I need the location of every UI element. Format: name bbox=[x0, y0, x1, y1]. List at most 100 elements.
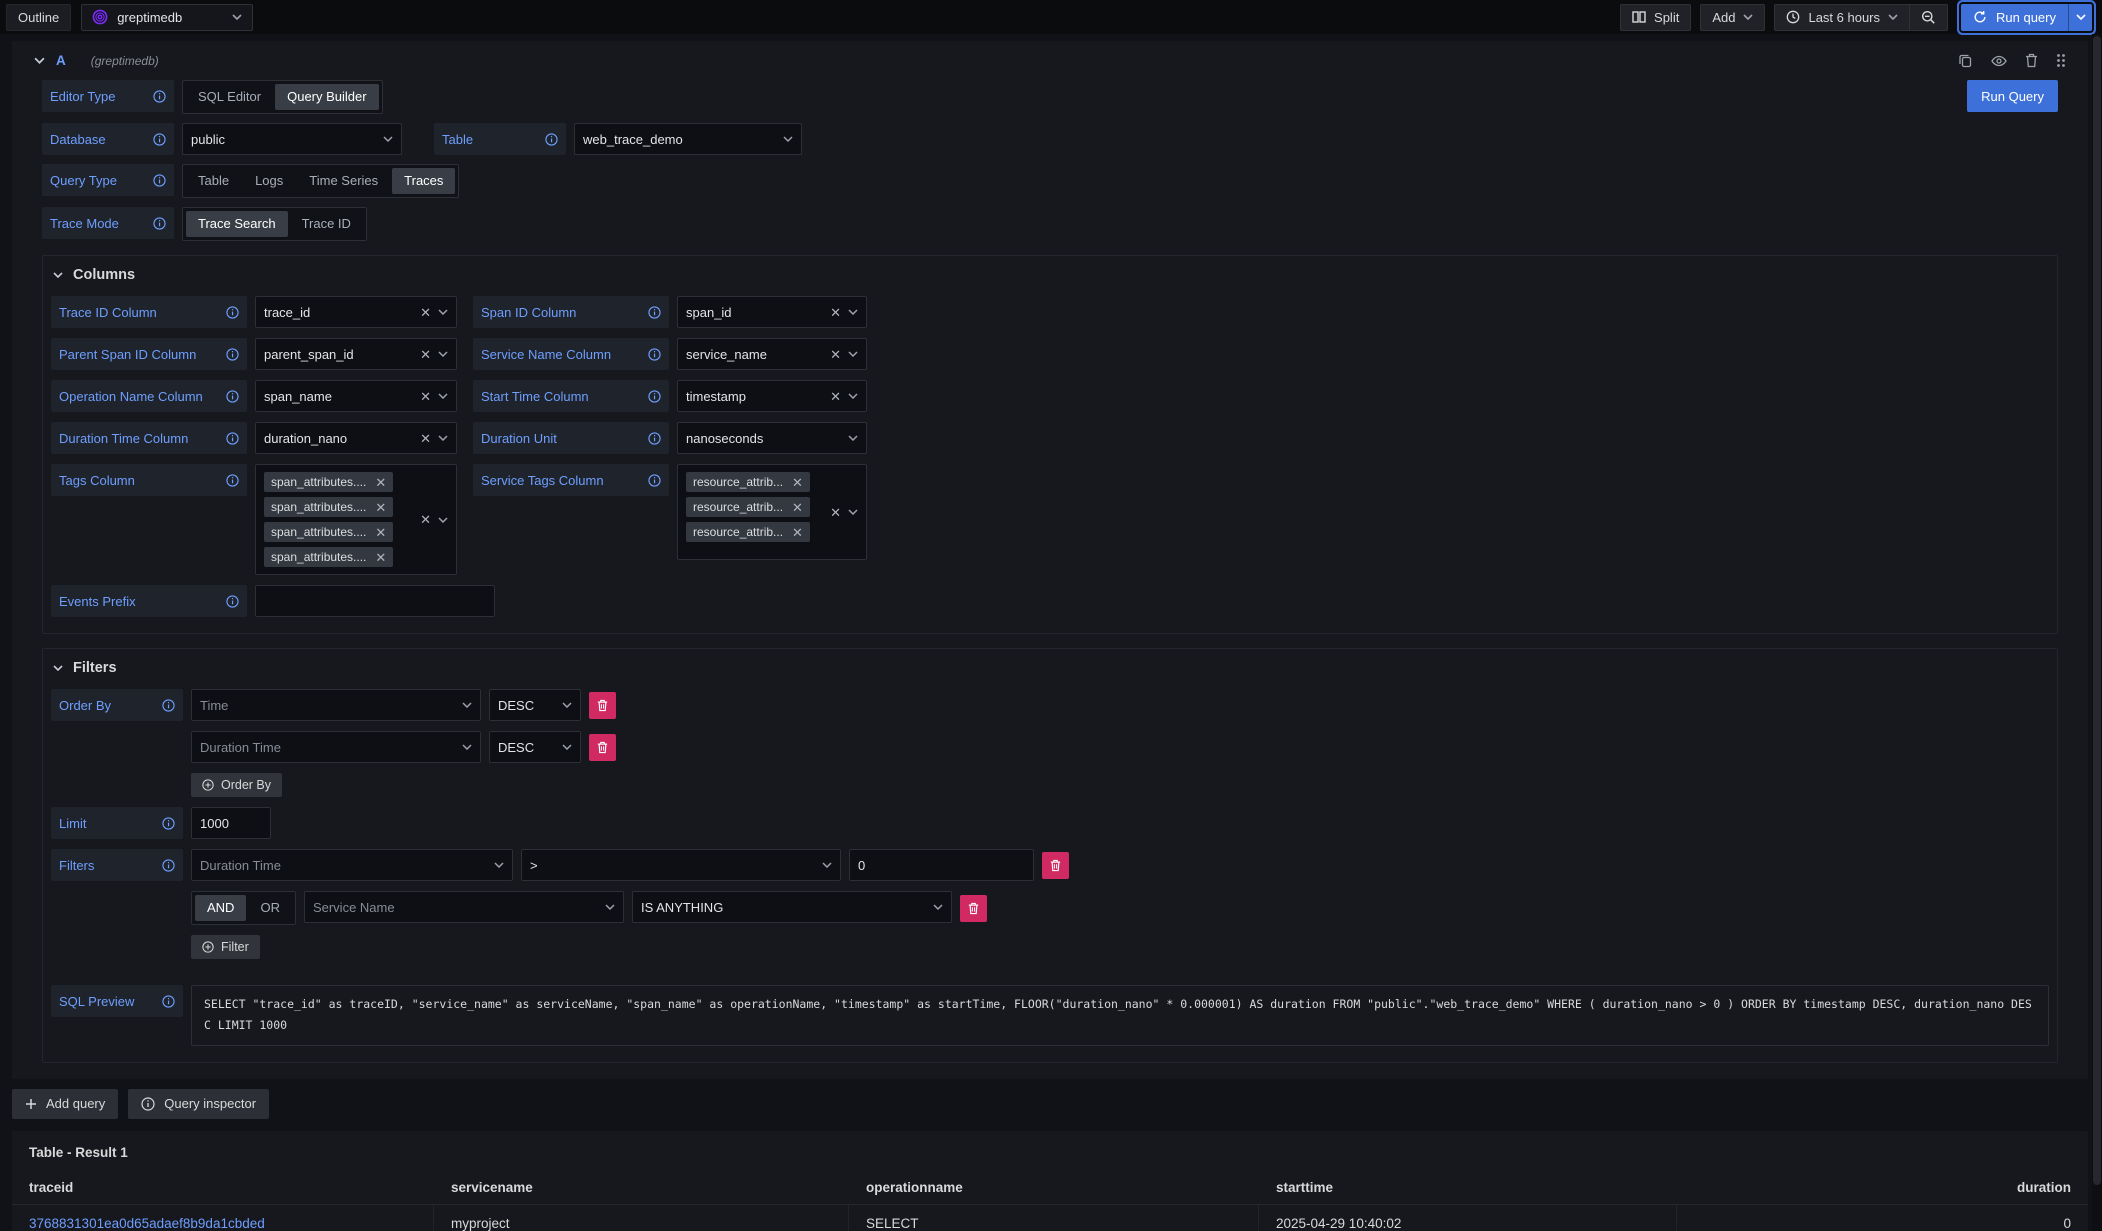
limit-input[interactable] bbox=[191, 807, 271, 839]
span-id-column-select[interactable]: span_id ✕ bbox=[677, 296, 867, 328]
remove-chip-icon[interactable]: ✕ bbox=[792, 476, 803, 489]
page-scrollbar[interactable] bbox=[2092, 34, 2102, 1231]
info-icon[interactable] bbox=[162, 859, 175, 872]
query-ref-id[interactable]: A bbox=[56, 53, 66, 68]
filter-operator-select[interactable]: > bbox=[521, 849, 841, 881]
service-tag-chip[interactable]: resource_attrib...✕ bbox=[686, 522, 810, 542]
option-trace-search[interactable]: Trace Search bbox=[186, 211, 288, 237]
remove-order-by-button[interactable] bbox=[589, 692, 616, 719]
info-icon[interactable] bbox=[153, 174, 166, 187]
column-header-servicename[interactable]: servicename bbox=[434, 1172, 849, 1205]
column-header-duration[interactable]: duration bbox=[1677, 1172, 2088, 1205]
info-icon[interactable] bbox=[153, 90, 166, 103]
order-by-field-select[interactable]: Time bbox=[191, 689, 481, 721]
add-query-button[interactable]: Add query bbox=[12, 1089, 118, 1119]
option-trace-id[interactable]: Trace ID bbox=[290, 211, 363, 237]
remove-chip-icon[interactable]: ✕ bbox=[375, 501, 386, 514]
option-time-series[interactable]: Time Series bbox=[297, 168, 390, 194]
add-button[interactable]: Add bbox=[1700, 4, 1765, 31]
filter-operator-select[interactable]: IS ANYTHING bbox=[632, 891, 952, 923]
run-query-inline-button[interactable]: Run Query bbox=[1967, 80, 2058, 112]
remove-chip-icon[interactable]: ✕ bbox=[792, 526, 803, 539]
info-icon[interactable] bbox=[153, 217, 166, 230]
tag-chip[interactable]: span_attributes....✕ bbox=[264, 497, 393, 517]
drag-handle-icon[interactable] bbox=[2056, 53, 2066, 68]
clear-icon[interactable]: ✕ bbox=[830, 306, 841, 319]
trace-id-link[interactable]: 3768831301ea0d65adaef8b9da1cbded bbox=[29, 1216, 265, 1231]
option-or[interactable]: OR bbox=[248, 895, 292, 921]
info-icon[interactable] bbox=[648, 306, 661, 319]
clear-icon[interactable]: ✕ bbox=[420, 432, 431, 445]
clear-icon[interactable]: ✕ bbox=[420, 348, 431, 361]
filter-field-select[interactable]: Duration Time bbox=[191, 849, 513, 881]
order-by-direction-select[interactable]: DESC bbox=[489, 689, 581, 721]
info-icon[interactable] bbox=[226, 595, 239, 608]
scrollbar-thumb[interactable] bbox=[2093, 36, 2101, 1185]
operation-name-column-select[interactable]: span_name ✕ bbox=[255, 380, 457, 412]
info-icon[interactable] bbox=[162, 817, 175, 830]
tags-column-multiselect[interactable]: span_attributes....✕ span_attributes....… bbox=[255, 464, 457, 575]
clear-icon[interactable]: ✕ bbox=[420, 390, 431, 403]
clear-icon[interactable]: ✕ bbox=[420, 306, 431, 319]
events-prefix-input[interactable] bbox=[255, 585, 495, 617]
duration-unit-select[interactable]: nanoseconds bbox=[677, 422, 867, 454]
duplicate-query-icon[interactable] bbox=[1958, 53, 1973, 68]
column-header-starttime[interactable]: starttime bbox=[1259, 1172, 1677, 1205]
tag-chip[interactable]: span_attributes....✕ bbox=[264, 472, 393, 492]
option-table[interactable]: Table bbox=[186, 168, 241, 194]
time-range-picker[interactable]: Last 6 hours bbox=[1775, 5, 1909, 30]
tag-chip[interactable]: span_attributes....✕ bbox=[264, 522, 393, 542]
info-icon[interactable] bbox=[153, 133, 166, 146]
remove-filter-button[interactable] bbox=[1042, 852, 1069, 879]
clear-icon[interactable]: ✕ bbox=[830, 348, 841, 361]
run-query-button[interactable]: Run query bbox=[1961, 4, 2068, 31]
info-icon[interactable] bbox=[648, 390, 661, 403]
info-icon[interactable] bbox=[162, 995, 175, 1008]
clear-icon[interactable]: ✕ bbox=[830, 506, 841, 519]
collapse-chevron-icon[interactable] bbox=[34, 57, 45, 64]
parent-span-id-column-select[interactable]: parent_span_id ✕ bbox=[255, 338, 457, 370]
add-filter-button[interactable]: Filter bbox=[191, 935, 260, 959]
order-by-direction-select[interactable]: DESC bbox=[489, 731, 581, 763]
remove-chip-icon[interactable]: ✕ bbox=[792, 501, 803, 514]
option-query-builder[interactable]: Query Builder bbox=[275, 84, 378, 110]
option-sql-editor[interactable]: SQL Editor bbox=[186, 84, 273, 110]
info-icon[interactable] bbox=[648, 348, 661, 361]
run-query-caret[interactable] bbox=[2068, 4, 2092, 31]
filter-field-select[interactable]: Service Name bbox=[304, 891, 624, 923]
option-logs[interactable]: Logs bbox=[243, 168, 295, 194]
start-time-column-select[interactable]: timestamp ✕ bbox=[677, 380, 867, 412]
info-icon[interactable] bbox=[162, 699, 175, 712]
filters-section-header[interactable]: Filters bbox=[43, 649, 2057, 687]
outline-button[interactable]: Outline bbox=[6, 4, 71, 31]
remove-order-by-button[interactable] bbox=[589, 734, 616, 761]
info-icon[interactable] bbox=[226, 474, 239, 487]
option-and[interactable]: AND bbox=[195, 895, 246, 921]
option-traces[interactable]: Traces bbox=[392, 168, 455, 194]
service-tags-column-multiselect[interactable]: resource_attrib...✕ resource_attrib...✕ … bbox=[677, 464, 867, 560]
info-icon[interactable] bbox=[648, 474, 661, 487]
remove-chip-icon[interactable]: ✕ bbox=[375, 551, 386, 564]
filter-value-input[interactable] bbox=[849, 849, 1034, 881]
query-inspector-button[interactable]: Query inspector bbox=[128, 1089, 269, 1119]
hide-query-eye-icon[interactable] bbox=[1991, 53, 2007, 68]
columns-section-header[interactable]: Columns bbox=[43, 256, 2057, 294]
zoom-out-button[interactable] bbox=[1910, 5, 1947, 30]
column-header-traceid[interactable]: traceid bbox=[12, 1172, 434, 1205]
clear-icon[interactable]: ✕ bbox=[420, 513, 431, 526]
table-select[interactable]: web_trace_demo bbox=[574, 123, 802, 155]
info-icon[interactable] bbox=[226, 306, 239, 319]
duration-time-column-select[interactable]: duration_nano ✕ bbox=[255, 422, 457, 454]
service-tag-chip[interactable]: resource_attrib...✕ bbox=[686, 497, 810, 517]
database-select[interactable]: public bbox=[182, 123, 402, 155]
info-icon[interactable] bbox=[226, 390, 239, 403]
info-icon[interactable] bbox=[545, 133, 558, 146]
remove-filter-button[interactable] bbox=[960, 895, 987, 922]
service-tag-chip[interactable]: resource_attrib...✕ bbox=[686, 472, 810, 492]
info-icon[interactable] bbox=[226, 348, 239, 361]
datasource-picker[interactable]: greptimedb bbox=[81, 4, 253, 31]
info-icon[interactable] bbox=[648, 432, 661, 445]
clear-icon[interactable]: ✕ bbox=[830, 390, 841, 403]
info-icon[interactable] bbox=[226, 432, 239, 445]
order-by-field-select[interactable]: Duration Time bbox=[191, 731, 481, 763]
